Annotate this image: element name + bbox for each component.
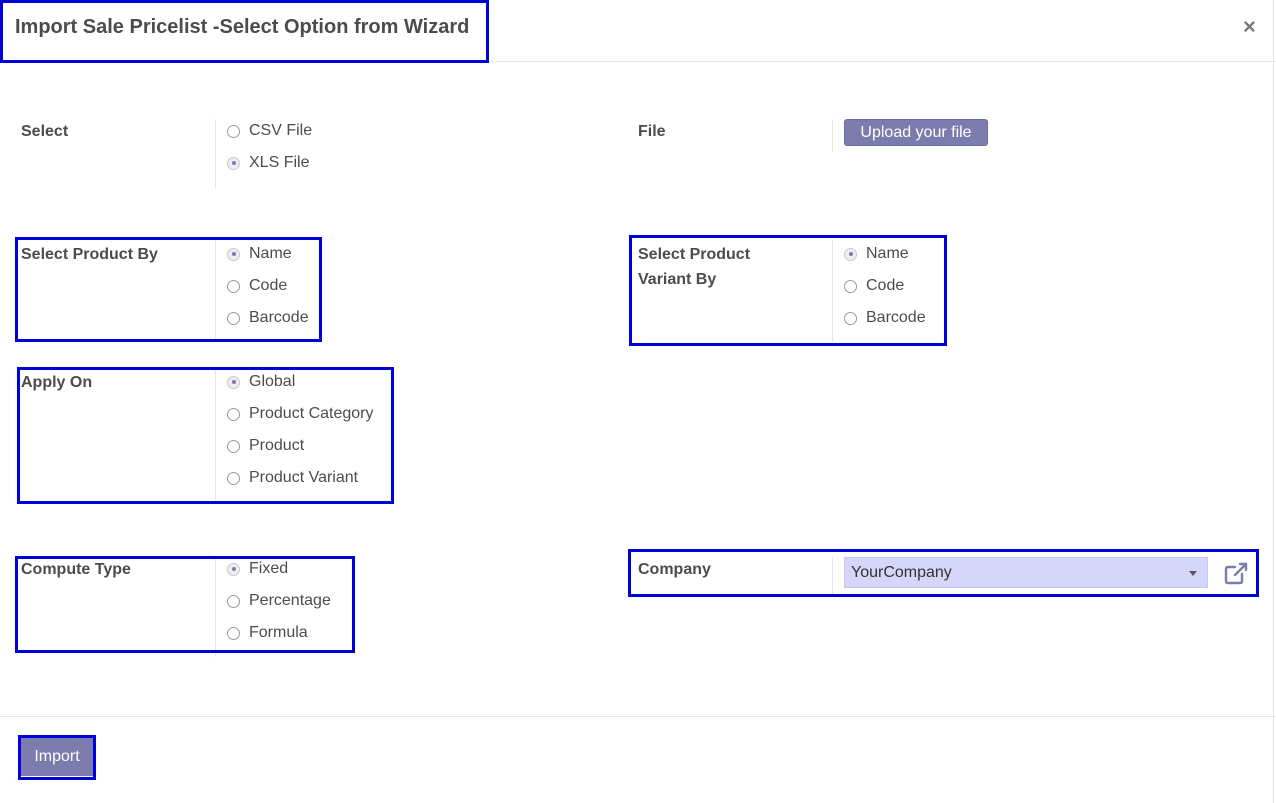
radio-variant-by-name[interactable]: Name bbox=[844, 244, 909, 264]
close-icon[interactable]: × bbox=[1243, 14, 1256, 40]
variant-by-label-line1: Select Product bbox=[638, 246, 751, 263]
radio-circle-icon bbox=[227, 279, 240, 293]
footer-divider bbox=[0, 716, 1276, 717]
radio-variant-by-barcode[interactable]: Barcode bbox=[844, 308, 926, 328]
radio-circle-icon bbox=[227, 626, 240, 640]
radio-apply-on-product[interactable]: Product bbox=[227, 436, 304, 456]
field-divider bbox=[215, 240, 216, 340]
apply-on-label: Apply On bbox=[21, 374, 93, 391]
radio-checked-icon bbox=[844, 247, 857, 261]
radio-circle-icon bbox=[227, 311, 240, 325]
import-button[interactable]: Import bbox=[21, 738, 93, 776]
radio-label: Formula bbox=[249, 624, 308, 641]
field-divider bbox=[215, 368, 216, 500]
field-divider bbox=[832, 240, 833, 342]
radio-product-by-barcode[interactable]: Barcode bbox=[227, 308, 309, 328]
radio-label: Name bbox=[249, 245, 292, 262]
radio-apply-on-product-category[interactable]: Product Category bbox=[227, 404, 374, 424]
radio-apply-on-global[interactable]: Global bbox=[227, 372, 295, 392]
radio-label: Product Category bbox=[249, 405, 374, 422]
external-link-icon[interactable] bbox=[1223, 561, 1249, 585]
radio-checked-icon bbox=[227, 375, 240, 389]
field-divider bbox=[215, 119, 216, 189]
dialog-right-border bbox=[1273, 0, 1274, 803]
field-divider bbox=[832, 557, 833, 597]
radio-circle-icon bbox=[227, 124, 240, 138]
radio-product-by-name[interactable]: Name bbox=[227, 244, 292, 264]
file-label: File bbox=[638, 123, 666, 140]
radio-checked-icon bbox=[227, 562, 240, 576]
radio-xls-file[interactable]: XLS File bbox=[227, 153, 309, 173]
company-label: Company bbox=[638, 561, 711, 578]
chevron-down-icon bbox=[1189, 571, 1197, 576]
radio-label: CSV File bbox=[249, 122, 313, 139]
radio-circle-icon bbox=[227, 407, 240, 421]
radio-label: Name bbox=[866, 245, 909, 262]
radio-compute-formula[interactable]: Formula bbox=[227, 623, 308, 643]
radio-variant-by-code[interactable]: Code bbox=[844, 276, 904, 296]
radio-compute-percentage[interactable]: Percentage bbox=[227, 591, 331, 611]
radio-label: Barcode bbox=[249, 309, 309, 326]
radio-circle-icon bbox=[227, 594, 240, 608]
compute-type-label: Compute Type bbox=[21, 561, 131, 578]
radio-label: Percentage bbox=[249, 592, 331, 609]
radio-csv-file[interactable]: CSV File bbox=[227, 121, 312, 141]
field-divider bbox=[832, 119, 833, 152]
field-divider bbox=[215, 557, 216, 657]
dialog-header: Import Sale Pricelist -Select Option fro… bbox=[0, 0, 1276, 62]
radio-label: XLS File bbox=[249, 154, 310, 171]
radio-label: Product bbox=[249, 437, 305, 454]
radio-checked-icon bbox=[227, 247, 240, 261]
radio-circle-icon bbox=[227, 439, 240, 453]
radio-circle-icon bbox=[844, 311, 857, 325]
company-select[interactable]: YourCompany bbox=[844, 557, 1208, 588]
variant-by-label-line2: Variant By bbox=[638, 271, 717, 288]
import-wizard-dialog: Import Sale Pricelist -Select Option fro… bbox=[0, 0, 1276, 803]
company-select-value: YourCompany bbox=[851, 563, 952, 581]
radio-label: Fixed bbox=[249, 560, 289, 577]
radio-circle-icon bbox=[227, 471, 240, 485]
upload-file-button[interactable]: Upload your file bbox=[844, 119, 988, 146]
radio-label: Code bbox=[866, 277, 905, 294]
radio-label: Global bbox=[249, 373, 296, 390]
dialog-title: Import Sale Pricelist -Select Option fro… bbox=[15, 16, 470, 38]
radio-apply-on-product-variant[interactable]: Product Variant bbox=[227, 468, 358, 488]
select-label: Select bbox=[21, 123, 69, 140]
product-by-label: Select Product By bbox=[21, 246, 158, 263]
radio-product-by-code[interactable]: Code bbox=[227, 276, 287, 296]
radio-label: Code bbox=[249, 277, 288, 294]
radio-label: Product Variant bbox=[249, 469, 359, 486]
radio-label: Barcode bbox=[866, 309, 926, 326]
radio-circle-icon bbox=[844, 279, 857, 293]
radio-compute-fixed[interactable]: Fixed bbox=[227, 559, 288, 579]
radio-checked-icon bbox=[227, 156, 240, 170]
